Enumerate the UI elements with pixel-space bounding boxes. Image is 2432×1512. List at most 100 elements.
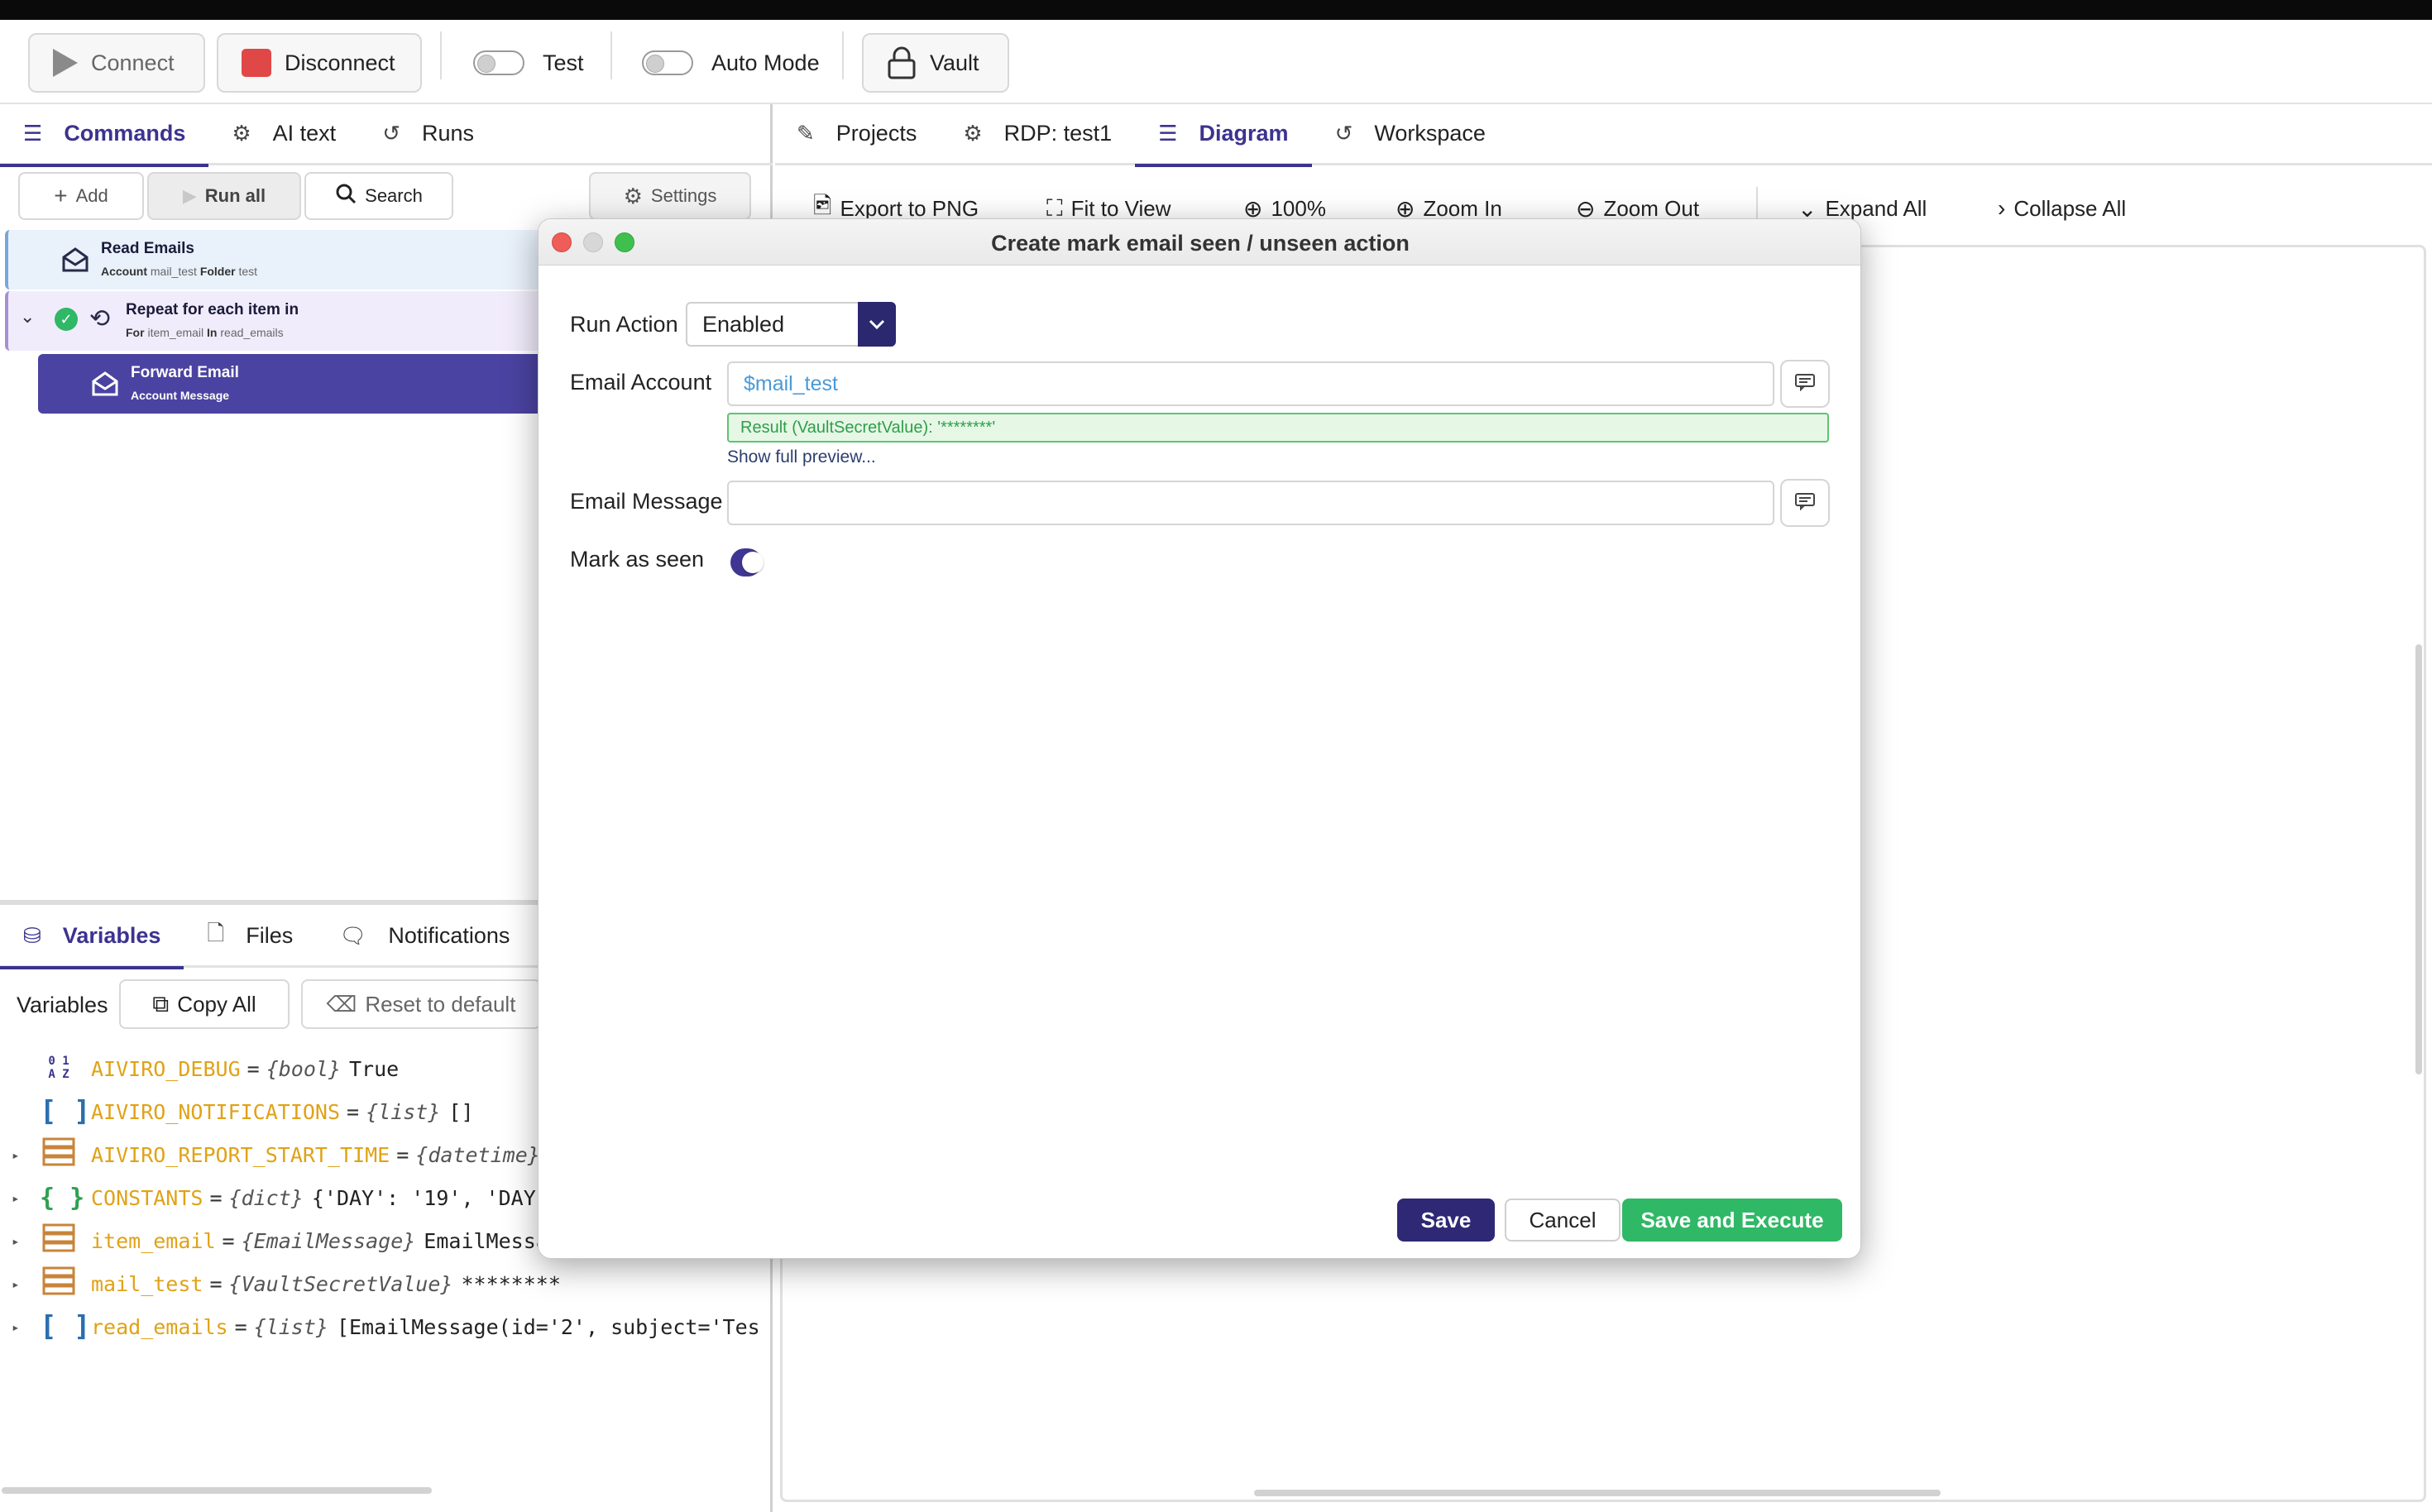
add-label: Add bbox=[75, 185, 108, 206]
variable-name: mail_test bbox=[91, 1271, 203, 1296]
tab-workspace[interactable]: ↺ Workspace bbox=[1312, 103, 1509, 165]
variable-type: {list} bbox=[253, 1314, 328, 1339]
vault-label: Vault bbox=[930, 50, 979, 75]
vertical-scrollbar[interactable] bbox=[2415, 644, 2422, 1074]
connect-label: Connect bbox=[91, 50, 175, 75]
chevron-right-icon: › bbox=[1998, 195, 2006, 221]
right-tabs: ✎ Projects ⚙ RDP: test1 ☰ Diagram ↺ Work… bbox=[775, 103, 2432, 167]
expand-arrow-icon[interactable]: ▸ bbox=[12, 1276, 28, 1292]
variable-row[interactable]: ▸ [ ] read_emails = {list} [EmailMessage(id='… bbox=[0, 1307, 773, 1347]
tab-label: Variables bbox=[62, 923, 161, 948]
toolbar-divider bbox=[842, 31, 844, 79]
horizontal-scrollbar[interactable] bbox=[2, 1487, 432, 1494]
command-repeat-for-each[interactable]: ⌄ ✓ ⟲ Repeat for each item in For item_e… bbox=[5, 291, 548, 351]
save-button[interactable]: Save bbox=[1397, 1199, 1495, 1242]
tab-notifications[interactable]: 🗨 Notifications bbox=[316, 906, 533, 967]
expand-arrow-icon[interactable]: ▸ bbox=[12, 1190, 28, 1206]
list-icon: ☰ bbox=[1158, 121, 1178, 146]
show-full-preview-link[interactable]: Show full preview... bbox=[727, 447, 876, 467]
add-button[interactable]: + Add bbox=[18, 172, 144, 220]
expand-arrow-icon[interactable]: ▸ bbox=[12, 1319, 28, 1335]
collapse-all-button[interactable]: › Collapse All bbox=[1998, 184, 2126, 233]
robot-icon: ⚙ bbox=[232, 121, 251, 146]
cancel-button[interactable]: Cancel bbox=[1505, 1199, 1621, 1242]
database-icon: ⛁ bbox=[23, 923, 41, 948]
save-and-execute-button[interactable]: Save and Execute bbox=[1622, 1199, 1842, 1242]
email-account-input[interactable]: $mail_test bbox=[727, 361, 1774, 406]
auto-mode-toggle[interactable]: Auto Mode bbox=[642, 33, 820, 93]
test-switch[interactable] bbox=[473, 50, 524, 75]
run-action-select[interactable]: Enabled bbox=[686, 302, 896, 347]
variable-type: {EmailMessage} bbox=[241, 1228, 416, 1253]
reset-default-button[interactable]: ⌫ Reset to default bbox=[301, 979, 541, 1029]
lock-icon bbox=[887, 46, 917, 79]
equals-sign: = bbox=[222, 1228, 235, 1253]
toolbar-divider bbox=[440, 31, 442, 79]
disconnect-button[interactable]: Disconnect bbox=[217, 33, 422, 93]
variable-type: {datetime} bbox=[415, 1142, 540, 1167]
stop-icon bbox=[242, 49, 271, 77]
horizontal-scrollbar[interactable] bbox=[1254, 1490, 1941, 1496]
tab-runs[interactable]: ↺ Runs bbox=[359, 103, 497, 165]
tab-commands[interactable]: ☰ Commands bbox=[0, 103, 209, 167]
settings-label: Settings bbox=[650, 185, 717, 206]
tab-label: Files bbox=[246, 923, 294, 948]
variable-row[interactable]: ▸ mail_test = {VaultSecretValue} ******** bbox=[0, 1264, 773, 1304]
variable-type: {bool} bbox=[266, 1056, 341, 1081]
robot-icon: ⚙ bbox=[963, 121, 983, 146]
auto-mode-switch[interactable] bbox=[642, 50, 693, 75]
tab-ai-text[interactable]: ⚙ AI text bbox=[208, 103, 359, 165]
connect-button[interactable]: Connect bbox=[28, 33, 205, 93]
file-icon: 🗋 bbox=[207, 920, 225, 945]
command-forward-email[interactable]: Forward Email Account Message bbox=[38, 354, 548, 414]
test-label: Test bbox=[543, 50, 584, 75]
comment-icon bbox=[1794, 373, 1816, 395]
variable-name: read_emails bbox=[91, 1314, 228, 1339]
create-action-dialog: Create mark email seen / unseen action R… bbox=[538, 218, 1861, 1259]
tab-label: AI text bbox=[272, 121, 337, 146]
expand-arrow-icon[interactable]: ▸ bbox=[12, 1147, 28, 1163]
equals-sign: = bbox=[209, 1271, 223, 1296]
list-icon: ☰ bbox=[23, 121, 43, 146]
variable-value: EmailMessa bbox=[424, 1228, 548, 1253]
run-all-button[interactable]: ▶ Run all bbox=[147, 172, 301, 220]
result-preview: Result (VaultSecretValue): '********' bbox=[727, 413, 1829, 443]
expand-arrow-icon[interactable]: ▸ bbox=[12, 1233, 28, 1249]
command-read-emails[interactable]: Read Emails Account mail_test Folder tes… bbox=[5, 230, 548, 289]
tab-files[interactable]: 🗋 Files bbox=[184, 906, 316, 967]
variable-picker-button[interactable] bbox=[1780, 360, 1830, 408]
tab-variables[interactable]: ⛁ Variables bbox=[0, 906, 184, 969]
comment-icon bbox=[1794, 492, 1816, 514]
variable-name: item_email bbox=[91, 1228, 216, 1253]
command-params: For item_email In read_emails bbox=[126, 326, 284, 339]
chevron-down-icon[interactable]: ⌄ bbox=[20, 306, 35, 328]
settings-button[interactable]: ⚙ Settings bbox=[589, 172, 751, 220]
main-toolbar: Connect Disconnect Test Auto Mode Vault bbox=[0, 20, 2432, 104]
run-action-label: Run Action bbox=[570, 312, 678, 337]
test-toggle[interactable]: Test bbox=[473, 33, 584, 93]
equals-sign: = bbox=[347, 1099, 360, 1124]
tab-projects[interactable]: ✎ Projects bbox=[775, 103, 940, 165]
variable-picker-button[interactable] bbox=[1780, 479, 1830, 527]
search-button[interactable]: Search bbox=[304, 172, 453, 220]
email-message-input[interactable] bbox=[727, 481, 1774, 525]
export-label: Export to PNG bbox=[840, 195, 979, 221]
object-type-icon bbox=[40, 1137, 78, 1172]
plus-icon: + bbox=[54, 183, 68, 208]
tab-rdp[interactable]: ⚙ RDP: test1 bbox=[940, 103, 1135, 165]
copy-all-button[interactable]: ⧉ Copy All bbox=[119, 979, 290, 1029]
equals-sign: = bbox=[247, 1056, 260, 1081]
reset-label: Reset to default bbox=[365, 991, 516, 1017]
tab-diagram[interactable]: ☰ Diagram bbox=[1135, 103, 1312, 167]
check-circle-icon: ✓ bbox=[55, 308, 78, 331]
variable-value: {'DAY': '19', 'DAY bbox=[311, 1185, 536, 1210]
collapse-label: Collapse All bbox=[2013, 195, 2127, 221]
vault-button[interactable]: Vault bbox=[862, 33, 1009, 93]
variable-value: [EmailMessage(id='2', subject='Tes bbox=[336, 1314, 760, 1339]
mark-as-seen-toggle[interactable] bbox=[730, 548, 764, 577]
list-type-icon: [ ] bbox=[40, 1310, 91, 1343]
variable-name: AIVIRO_NOTIFICATIONS bbox=[91, 1099, 341, 1124]
variable-type: {VaultSecretValue} bbox=[228, 1271, 453, 1296]
tab-label: Diagram bbox=[1199, 121, 1289, 146]
chevron-down-icon[interactable] bbox=[858, 302, 896, 347]
